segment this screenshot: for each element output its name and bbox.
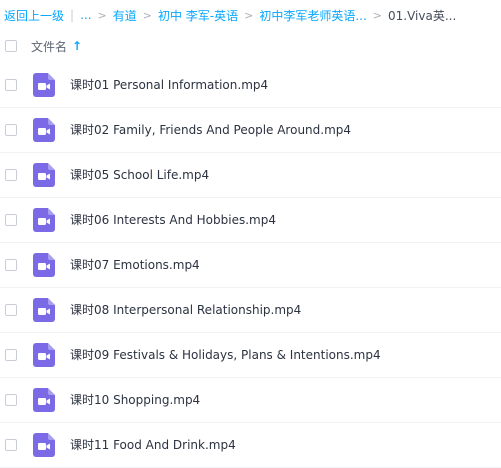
file-row[interactable]: 课时07 Emotions.mp4: [0, 243, 501, 288]
file-name[interactable]: 课时02 Family, Friends And People Around.m…: [70, 108, 351, 153]
file-name[interactable]: 课时08 Interpersonal Relationship.mp4: [70, 288, 301, 333]
video-file-icon: [33, 343, 55, 367]
back-link[interactable]: 返回上一级: [4, 7, 64, 24]
file-row[interactable]: 课时06 Interests And Hobbies.mp4: [0, 198, 501, 243]
video-file-icon: [33, 253, 55, 277]
breadcrumb-ellipsis[interactable]: ...: [80, 8, 91, 22]
file-name[interactable]: 课时07 Emotions.mp4: [70, 243, 200, 288]
file-list: 课时01 Personal Information.mp4 课时02 Family…: [0, 63, 501, 468]
file-name[interactable]: 课时01 Personal Information.mp4: [70, 63, 268, 108]
video-file-icon: [33, 163, 55, 187]
file-name[interactable]: 课时06 Interests And Hobbies.mp4: [70, 198, 276, 243]
file-name[interactable]: 课时05 School Life.mp4: [70, 153, 209, 198]
file-name[interactable]: 课时11 Food And Drink.mp4: [70, 423, 236, 468]
file-checkbox[interactable]: [5, 439, 17, 451]
filename-column-header[interactable]: 文件名 ↑: [31, 38, 82, 55]
file-checkbox[interactable]: [5, 349, 17, 361]
breadcrumb-item-lijun-teacher[interactable]: 初中李军老师英语...: [259, 7, 366, 24]
file-row[interactable]: 课时08 Interpersonal Relationship.mp4: [0, 288, 501, 333]
chevron-right-icon: >: [142, 8, 152, 22]
file-checkbox[interactable]: [5, 394, 17, 406]
file-checkbox[interactable]: [5, 124, 17, 136]
chevron-right-icon: >: [97, 8, 107, 22]
file-name[interactable]: 课时09 Festivals & Holidays, Plans & Inten…: [70, 333, 381, 378]
video-file-icon: [33, 118, 55, 142]
sort-ascending-icon[interactable]: ↑: [72, 39, 82, 53]
file-checkbox[interactable]: [5, 304, 17, 316]
select-all-checkbox[interactable]: [5, 40, 17, 52]
file-row[interactable]: 课时09 Festivals & Holidays, Plans & Inten…: [0, 333, 501, 378]
chevron-right-icon: >: [244, 8, 254, 22]
file-row[interactable]: 课时10 Shopping.mp4: [0, 378, 501, 423]
breadcrumb-current: 01.Viva英...: [388, 8, 457, 23]
file-checkbox[interactable]: [5, 259, 17, 271]
file-list-header: 文件名 ↑: [0, 32, 501, 60]
chevron-right-icon: >: [372, 8, 383, 22]
file-checkbox[interactable]: [5, 214, 17, 226]
video-file-icon: [33, 73, 55, 97]
file-row[interactable]: 课时01 Personal Information.mp4: [0, 63, 501, 108]
file-checkbox[interactable]: [5, 79, 17, 91]
video-file-icon: [33, 298, 55, 322]
video-file-icon: [33, 208, 55, 232]
file-row[interactable]: 课时02 Family, Friends And People Around.m…: [0, 108, 501, 153]
video-file-icon: [33, 433, 55, 457]
file-name[interactable]: 课时10 Shopping.mp4: [70, 378, 200, 423]
file-row[interactable]: 课时05 School Life.mp4: [0, 153, 501, 198]
file-row[interactable]: 课时11 Food And Drink.mp4: [0, 423, 501, 468]
breadcrumb-item-youdao[interactable]: 有道: [113, 7, 137, 24]
file-checkbox[interactable]: [5, 169, 17, 181]
breadcrumb-divider: |: [70, 8, 75, 22]
video-file-icon: [33, 388, 55, 412]
breadcrumb-item-lijun-english[interactable]: 初中 李军-英语: [158, 7, 238, 24]
breadcrumb: 返回上一级 | ... > 有道 > 初中 李军-英语 > 初中李军老师英语..…: [4, 5, 497, 25]
filename-column-label: 文件名: [31, 39, 68, 54]
